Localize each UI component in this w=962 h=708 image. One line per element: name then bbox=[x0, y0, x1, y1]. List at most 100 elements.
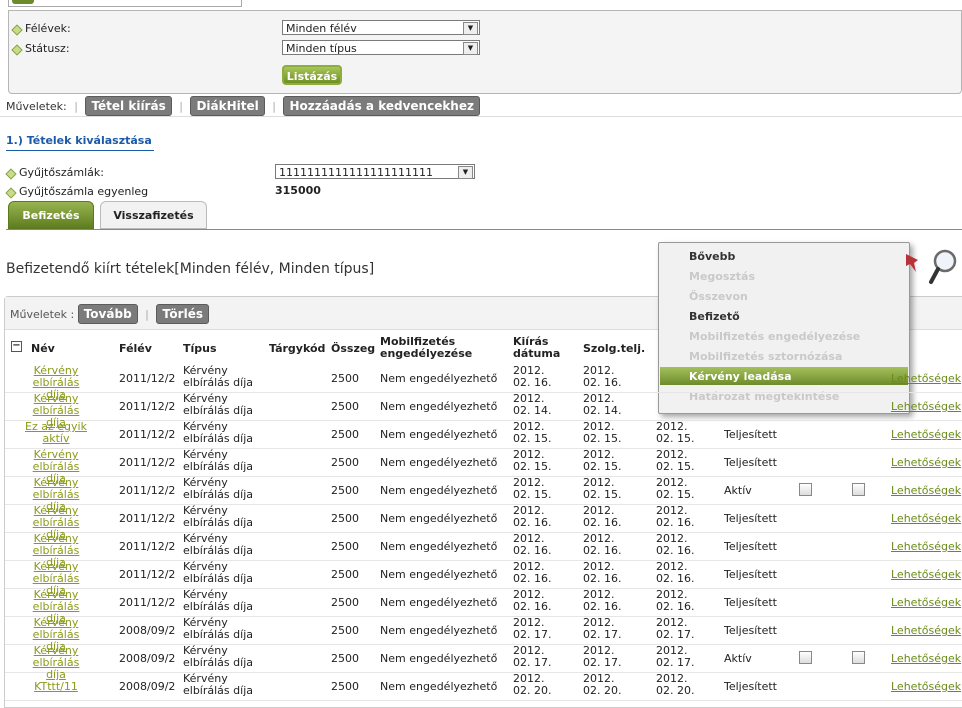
tab-befizetes[interactable]: Befizetés bbox=[8, 201, 94, 229]
row-allapot: Teljesített bbox=[724, 568, 777, 581]
statusz-label: Státusz: bbox=[25, 42, 70, 55]
header-targykod[interactable]: Tárgykód bbox=[269, 343, 325, 355]
row-mobil: Nem engedélyezhető bbox=[380, 456, 498, 469]
row-osszeg: 2500 bbox=[331, 484, 359, 497]
grid-actions-label: Műveletek : bbox=[10, 308, 75, 321]
chevron-down-icon[interactable]: ▼ bbox=[458, 166, 473, 179]
row-tipus: Kérvény elbírálás díja bbox=[183, 420, 253, 445]
row-allapot: Teljesített bbox=[724, 428, 777, 441]
search-icon[interactable] bbox=[928, 248, 958, 288]
header-nev[interactable]: Név bbox=[31, 343, 55, 355]
row-mobil: Nem engedélyezhető bbox=[380, 596, 498, 609]
tab-visszafizetes[interactable]: Visszafizetés bbox=[100, 201, 207, 229]
statusz-select[interactable]: Minden típus ▼ bbox=[282, 40, 480, 55]
row-options-link[interactable]: Lehetőségek bbox=[891, 653, 961, 665]
pin-icon[interactable] bbox=[902, 252, 922, 274]
row-options-link[interactable]: Lehetőségek bbox=[891, 373, 961, 385]
header-szolg[interactable]: Szolg.telj. bbox=[583, 343, 645, 355]
row-felev: 2011/12/2 bbox=[119, 596, 176, 609]
tetel-kiiras-button[interactable]: Tétel kiírás bbox=[85, 96, 172, 116]
row-options-link[interactable]: Lehetőségek bbox=[891, 401, 961, 413]
gyujto-select-value: 1111111111111111111111 bbox=[279, 166, 433, 179]
row-kiiras: 2012. 02. 16. bbox=[513, 532, 552, 557]
header-felev[interactable]: Félév bbox=[119, 343, 152, 355]
row-options-link[interactable]: Lehetőségek bbox=[891, 625, 961, 637]
row-options-link[interactable]: Lehetőségek bbox=[891, 429, 961, 441]
header-kiiras[interactable]: Kiírás dátuma bbox=[513, 336, 563, 360]
divider bbox=[0, 116, 962, 117]
felevek-select-value: Minden félév bbox=[286, 22, 357, 35]
row-tipus: Kérvény elbírálás díja bbox=[183, 504, 253, 529]
row-hatarido: 2012. 02. 16. bbox=[656, 588, 695, 613]
torles-button[interactable]: Törlés bbox=[156, 304, 209, 324]
add-favorite-button[interactable]: Hozzáadás a kedvencekhez bbox=[283, 96, 480, 116]
list-button[interactable]: Listázás bbox=[282, 65, 342, 85]
row-szolg: 2012. 02. 15. bbox=[583, 476, 622, 501]
row-options-link[interactable]: Lehetőségek bbox=[891, 597, 961, 609]
row-kiiras: 2012. 02. 16. bbox=[513, 560, 552, 585]
header-tipus[interactable]: Típus bbox=[183, 343, 217, 355]
filter-panel bbox=[8, 10, 962, 94]
row-szolg: 2012. 02. 16. bbox=[583, 588, 622, 613]
row-allapot: Teljesített bbox=[724, 596, 777, 609]
row-tipus: Kérvény elbírálás díja bbox=[183, 532, 253, 557]
row-szolg: 2012. 02. 17. bbox=[583, 616, 622, 641]
felevek-select[interactable]: Minden félév ▼ bbox=[282, 20, 480, 35]
felevek-label: Félévek: bbox=[25, 22, 71, 35]
section-title: 1.) Tételek kiválasztása bbox=[6, 134, 152, 147]
chevron-down-icon[interactable]: ▼ bbox=[463, 42, 478, 55]
row-name-link[interactable]: Ez az egyik aktív bbox=[25, 421, 87, 445]
row-osszeg: 2500 bbox=[331, 456, 359, 469]
row-options-link[interactable]: Lehetőségek bbox=[891, 457, 961, 469]
row-kiiras: 2012. 02. 16. bbox=[513, 588, 552, 613]
row-szolg: 2012. 02. 16. bbox=[583, 532, 622, 557]
row-tipus: Kérvény elbírálás díja bbox=[183, 448, 253, 473]
header-osszeg[interactable]: Összeg bbox=[331, 343, 375, 355]
row-osszeg: 2500 bbox=[331, 400, 359, 413]
chevron-down-icon[interactable]: ▼ bbox=[463, 22, 478, 35]
row-felev: 2008/09/2 bbox=[119, 624, 176, 637]
gyujto-select[interactable]: 1111111111111111111111 ▼ bbox=[275, 164, 475, 179]
row-options-link[interactable]: Lehetőségek bbox=[891, 485, 961, 497]
row-options-link[interactable]: Lehetőségek bbox=[891, 541, 961, 553]
bullet-icon bbox=[6, 169, 15, 178]
row-osszeg: 2500 bbox=[331, 568, 359, 581]
statusz-select-value: Minden típus bbox=[286, 42, 357, 55]
row-allapot: Teljesített bbox=[724, 680, 777, 693]
row-hatarido: 2012. 02. 15. bbox=[656, 448, 695, 473]
row-szolg: 2012. 02. 20. bbox=[583, 672, 622, 697]
row-name-link[interactable]: KTttt/11 bbox=[25, 681, 87, 693]
row-options-link[interactable]: Lehetőségek bbox=[891, 681, 961, 693]
row-szolg: 2012. 02. 16. bbox=[583, 364, 622, 389]
header-mobil[interactable]: Mobilfizetés engedélyezése bbox=[380, 336, 500, 360]
row-checkbox-1[interactable] bbox=[799, 483, 812, 496]
bullet-icon bbox=[12, 25, 21, 34]
top-tab-strip bbox=[8, 0, 242, 7]
row-felev: 2011/12/2 bbox=[119, 456, 176, 469]
row-kiiras: 2012. 02. 17. bbox=[513, 644, 552, 669]
row-felev: 2008/09/2 bbox=[119, 680, 176, 693]
row-options-link[interactable]: Lehetőségek bbox=[891, 513, 961, 525]
row-felev: 2011/12/2 bbox=[119, 540, 176, 553]
row-hatarido: 2012. 02. 15. bbox=[656, 476, 695, 501]
row-options-link[interactable]: Lehetőségek bbox=[891, 569, 961, 581]
row-allapot: Teljesített bbox=[724, 540, 777, 553]
list-title: Befizetendő kiírt tételek[Minden félév, … bbox=[6, 261, 375, 277]
row-mobil: Nem engedélyezhető bbox=[380, 568, 498, 581]
diakhitel-button[interactable]: DiákHitel bbox=[190, 96, 265, 116]
menu-item[interactable]: Bővebb bbox=[689, 250, 735, 263]
row-kiiras: 2012. 02. 17. bbox=[513, 616, 552, 641]
tovabb-button[interactable]: Tovább bbox=[77, 304, 138, 324]
row-felev: 2011/12/2 bbox=[119, 512, 176, 525]
collapse-all-icon[interactable]: − bbox=[11, 341, 22, 352]
row-kiiras: 2012. 02. 15. bbox=[513, 448, 552, 473]
grid-actions: Műveletek : Tovább | Törlés bbox=[10, 304, 209, 324]
row-checkbox-2[interactable] bbox=[852, 651, 865, 664]
row-checkbox-2[interactable] bbox=[852, 483, 865, 496]
gyujto-label: Gyűjtőszámlák: bbox=[19, 166, 104, 179]
row-hatarido: 2012. 02. 16. bbox=[656, 504, 695, 529]
row-checkbox-1[interactable] bbox=[799, 651, 812, 664]
menu-item[interactable]: Befizető bbox=[689, 310, 740, 323]
row-kiiras: 2012. 02. 16. bbox=[513, 504, 552, 529]
top-tab-marker[interactable] bbox=[12, 0, 34, 4]
